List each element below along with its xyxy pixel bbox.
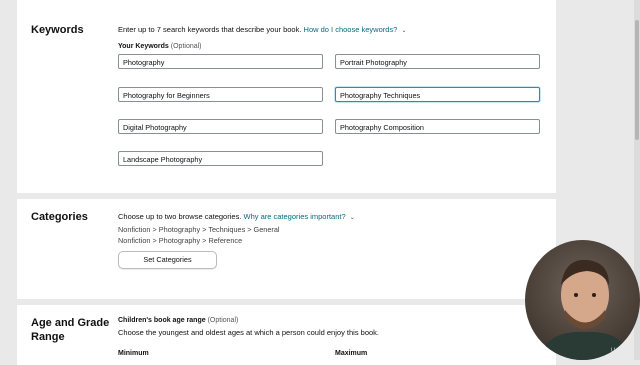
categories-description-text: Choose up to two browse categories. bbox=[118, 212, 242, 221]
age-description: Choose the youngest and oldest ages at w… bbox=[118, 328, 380, 337]
age-range-label: Children's book age range (Optional) bbox=[118, 317, 238, 324]
keywords-description: Enter up to 7 search keywords that descr… bbox=[118, 25, 406, 34]
scrollbar-thumb[interactable] bbox=[635, 20, 639, 140]
chevron-down-icon[interactable]: ⌄ bbox=[350, 215, 355, 221]
keywords-description-text: Enter up to 7 search keywords that descr… bbox=[118, 25, 302, 34]
your-keywords-label: Your Keywords (Optional) bbox=[118, 43, 202, 50]
category-path-2: Nonfiction > Photography > Reference bbox=[118, 236, 243, 245]
age-title: Age and Grade Range bbox=[31, 316, 109, 344]
age-range-label-text: Children's book age range bbox=[118, 317, 206, 324]
age-range-optional: (Optional) bbox=[207, 317, 239, 324]
presenter-webcam: Udemy bbox=[525, 240, 640, 360]
maximum-age-label: Maximum bbox=[335, 350, 368, 357]
keywords-title: Keywords bbox=[31, 24, 84, 36]
categories-title: Categories bbox=[31, 211, 88, 223]
keyword-input-5[interactable]: Digital Photography bbox=[118, 119, 323, 134]
watermark-text: Udemy bbox=[610, 348, 630, 354]
age-grade-section: Age and Grade Range Children's book age … bbox=[17, 305, 556, 365]
age-title-line-2: Range bbox=[31, 331, 65, 343]
minimum-age-label: Minimum bbox=[118, 350, 149, 357]
categories-description: Choose up to two browse categories. Why … bbox=[118, 212, 355, 221]
keyword-input-3[interactable]: Photography for Beginners bbox=[118, 87, 323, 102]
keyword-input-1[interactable]: Photography bbox=[118, 54, 323, 69]
chevron-down-icon[interactable]: ⌄ bbox=[401, 28, 406, 34]
categories-help-link[interactable]: Why are categories important? bbox=[244, 212, 346, 221]
keyword-input-6[interactable]: Photography Composition bbox=[335, 119, 540, 134]
keyword-input-2[interactable]: Portrait Photography bbox=[335, 54, 540, 69]
category-path-1: Nonfiction > Photography > Techniques > … bbox=[118, 225, 280, 234]
your-keywords-label-text: Your Keywords bbox=[118, 43, 169, 50]
set-categories-button[interactable]: Set Categories bbox=[118, 251, 217, 269]
your-keywords-optional: (Optional) bbox=[170, 43, 202, 50]
categories-section: Categories Choose up to two browse categ… bbox=[17, 199, 556, 299]
keyword-input-7[interactable]: Landscape Photography bbox=[118, 151, 323, 166]
keyword-input-4[interactable]: Photography Techniques bbox=[335, 87, 540, 102]
keywords-section: Keywords Enter up to 7 search keywords t… bbox=[17, 0, 556, 193]
age-title-line-1: Age and Grade bbox=[31, 317, 110, 329]
keywords-help-link[interactable]: How do I choose keywords? bbox=[304, 25, 398, 34]
presenter-figure-icon bbox=[540, 259, 630, 360]
